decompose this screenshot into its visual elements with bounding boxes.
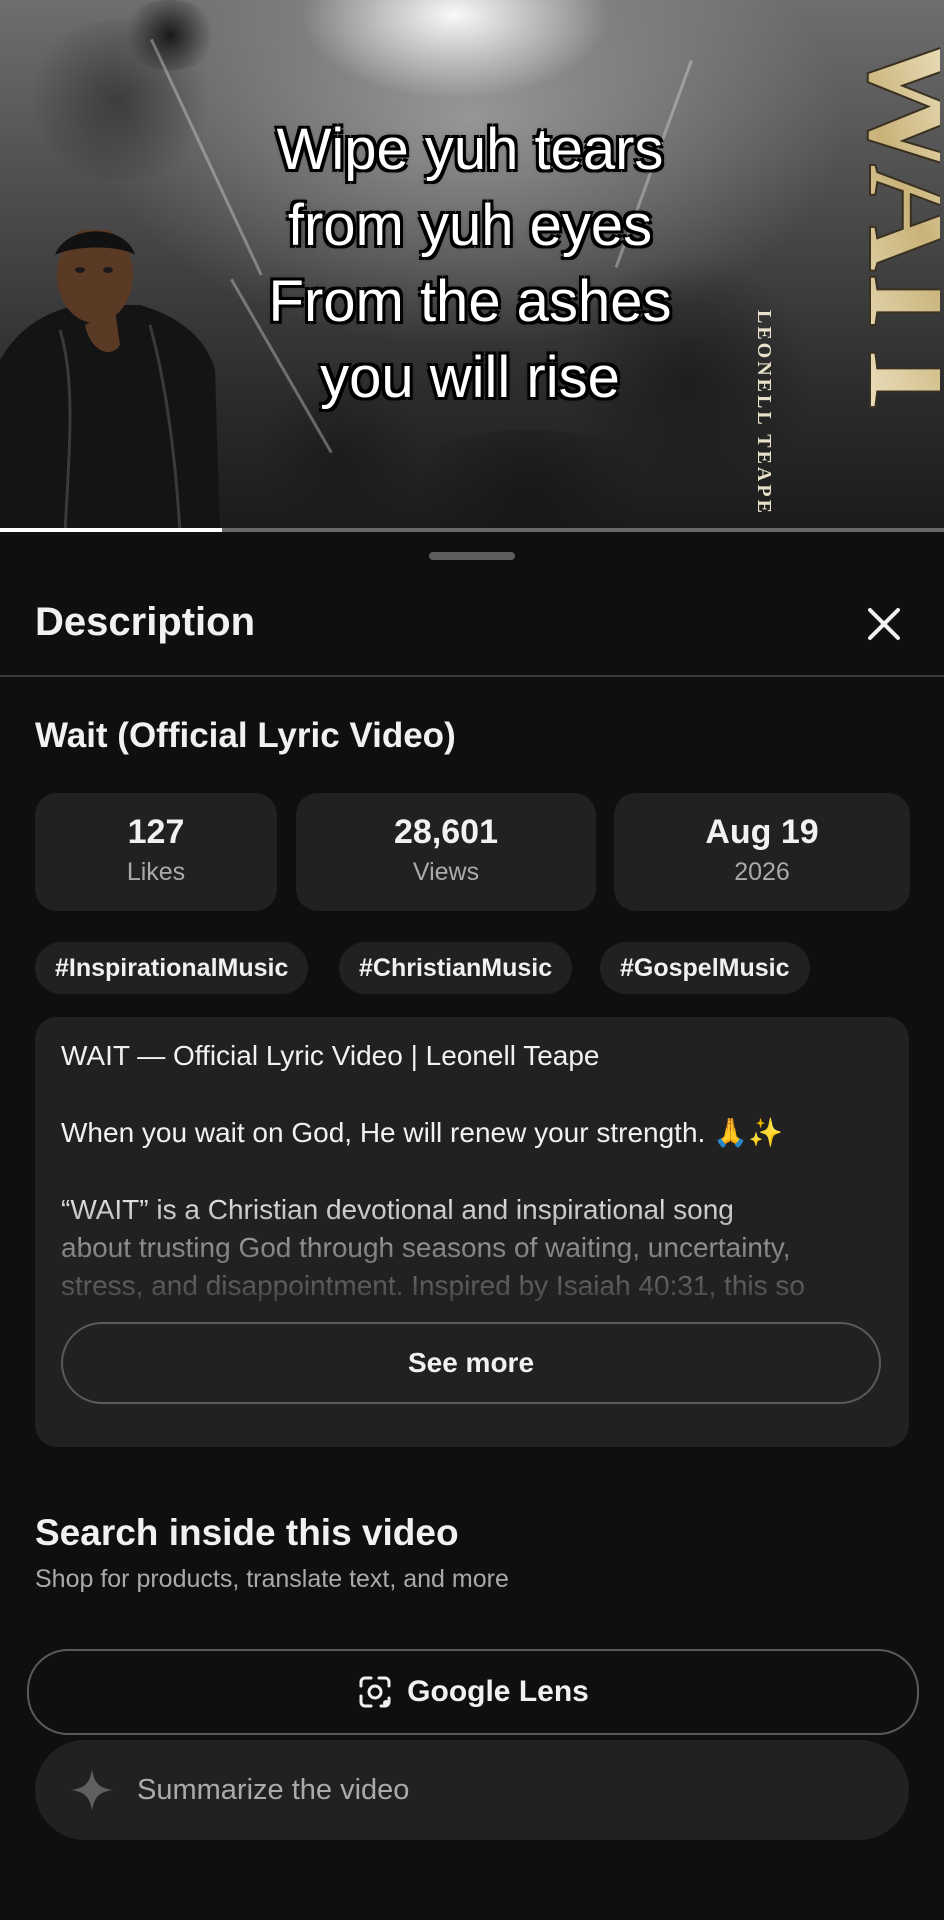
description-line: WAIT — Official Lyric Video | Leonell Te… xyxy=(61,1040,600,1071)
stat-date: Aug 19 2026 xyxy=(614,793,910,911)
lyric-overlay: Wipe yuh tears from yuh eyes From the as… xyxy=(190,112,750,416)
sheet-title: Description xyxy=(35,600,256,644)
divider xyxy=(0,675,944,677)
hashtag-chip[interactable]: #ChristianMusic xyxy=(339,942,573,994)
wait-logo: WAIT xyxy=(836,29,940,431)
artist-name-overlay: LEONELL TEAPE xyxy=(753,310,775,516)
search-section-title: Search inside this video xyxy=(35,1512,459,1553)
sparkle-icon xyxy=(71,1769,113,1811)
stat-value: 127 xyxy=(127,813,185,851)
close-button[interactable] xyxy=(860,600,908,648)
summarize-video-button[interactable]: Summarize the video xyxy=(35,1740,909,1840)
video-player[interactable]: Wipe yuh tears from yuh eyes From the as… xyxy=(0,0,944,532)
stat-likes: 127 Likes xyxy=(35,793,277,911)
wait-logo-text: WAIT xyxy=(837,30,940,430)
lyric-line: Wipe yuh tears xyxy=(276,116,665,183)
description-text: WAIT — Official Lyric Video | Leonell Te… xyxy=(61,1037,891,1305)
lyric-line: from yuh eyes xyxy=(287,192,653,259)
see-more-button[interactable]: See more xyxy=(61,1322,881,1404)
hashtag-chip[interactable]: #GospelMusic xyxy=(600,942,810,994)
lyric-line: From the ashes xyxy=(268,268,673,335)
hashtag-chip[interactable]: #InspirationalMusic xyxy=(35,942,309,994)
search-section-subtitle: Shop for products, translate text, and m… xyxy=(35,1565,509,1593)
stat-label: Views xyxy=(412,858,480,886)
google-lens-button[interactable]: Google Lens xyxy=(27,1649,919,1735)
stat-label: Likes xyxy=(126,858,186,886)
description-paragraph: “WAIT” is a Christian devotional and ins… xyxy=(61,1191,891,1305)
background-foliage xyxy=(120,0,220,70)
description-line: stress, and disappointment. Inspired by … xyxy=(61,1270,805,1301)
google-lens-label: Google Lens xyxy=(407,1675,589,1708)
description-box: WAIT — Official Lyric Video | Leonell Te… xyxy=(35,1017,909,1447)
stat-label: 2026 xyxy=(734,858,790,886)
description-line: “WAIT” is a Christian devotional and ins… xyxy=(61,1194,734,1225)
stat-value: 28,601 xyxy=(394,813,498,851)
summarize-label: Summarize the video xyxy=(137,1773,410,1806)
close-icon xyxy=(868,608,900,640)
description-line: about trusting God through seasons of wa… xyxy=(61,1232,791,1263)
description-sheet: Description Wait (Official Lyric Video) … xyxy=(0,532,944,1920)
stat-value: Aug 19 xyxy=(705,813,819,851)
stat-views: 28,601 Views xyxy=(296,793,596,911)
google-lens-icon xyxy=(359,1676,391,1708)
description-line: When you wait on God, He will renew your… xyxy=(61,1117,783,1148)
artist-image xyxy=(0,230,220,532)
drag-handle[interactable] xyxy=(429,552,515,560)
lyric-line: you will rise xyxy=(319,344,621,411)
video-title: Wait (Official Lyric Video) xyxy=(35,716,456,755)
